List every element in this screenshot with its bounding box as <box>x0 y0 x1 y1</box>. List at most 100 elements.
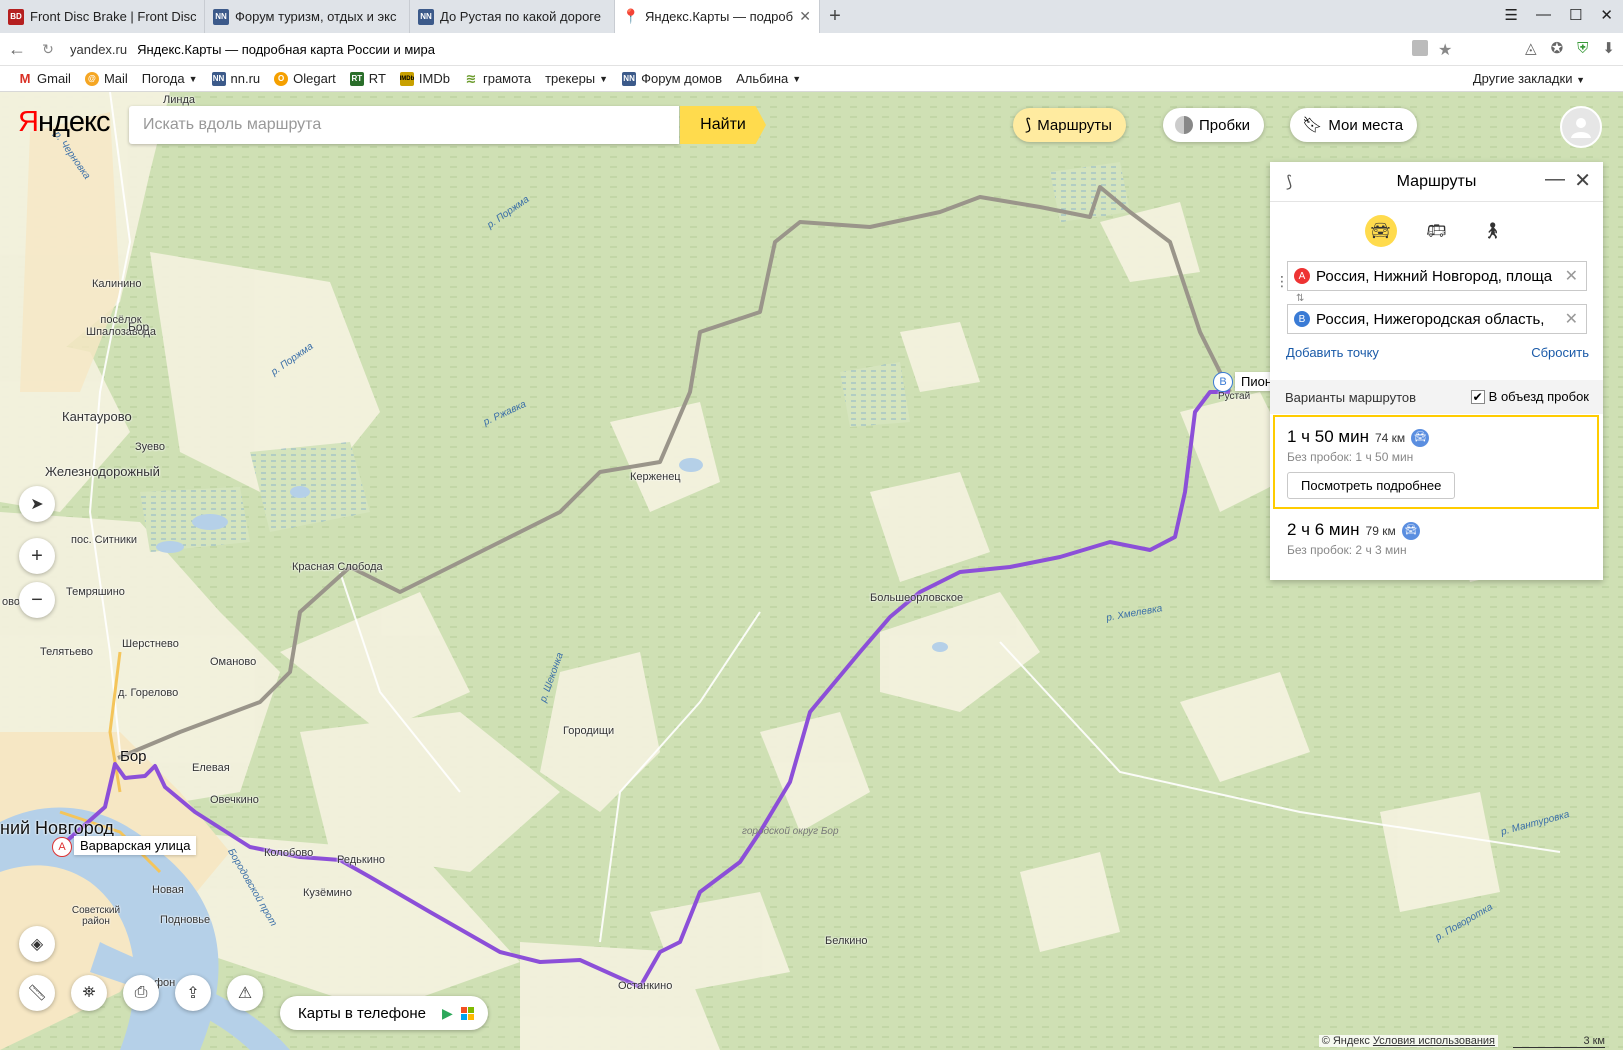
mobile-banner-label: Карты в телефоне <box>298 1004 426 1022</box>
browser-tab-1[interactable]: BD Front Disc Brake | Front Disc <box>0 0 205 33</box>
variants-title: Варианты маршрутов <box>1285 389 1417 405</box>
print-button[interactable]: ⎙ <box>123 975 159 1011</box>
extension-icon[interactable]: ✪ <box>1551 39 1564 57</box>
window-controls: ☰ — ☐ ✕ <box>1505 6 1613 24</box>
shield-icon[interactable]: ⛨ <box>1577 40 1588 57</box>
bookmark-label: RT <box>368 71 386 86</box>
ruler-button[interactable]: 📏︎ <box>19 975 55 1011</box>
routes-button-label: Маршруты <box>1037 116 1112 134</box>
route-start-marker[interactable]: А <box>52 837 72 857</box>
report-error-button[interactable]: ⚠ <box>227 975 263 1011</box>
browser-tab-3[interactable]: NN До Рустая по какой дороге <box>410 0 615 33</box>
zoom-out-button[interactable]: − <box>19 582 55 618</box>
find-button[interactable]: Найти <box>680 106 766 144</box>
place-label: Линда <box>163 94 195 106</box>
gramota-icon: ≋ <box>465 70 477 86</box>
bookmark-trackers[interactable]: трекеры ▼ <box>545 71 608 86</box>
bookmark-label: трекеры <box>545 71 596 86</box>
clear-icon[interactable]: ✕ <box>1558 266 1578 286</box>
tab-title: Front Disc Brake | Front Disc <box>30 9 196 24</box>
tab-title: Яндекс.Карты — подроб <box>645 9 794 24</box>
routes-panel: ⟆ Маршруты — ✕ 🚘︎ 🚌︎ 🚶︎ ⋮ А Россия, Нижн… <box>1270 162 1603 580</box>
route-end-marker[interactable]: B <box>1213 372 1233 392</box>
browser-tab-2[interactable]: NN Форум туризм, отдых и экс <box>205 0 410 33</box>
place-label: д. Горелово <box>118 687 179 699</box>
transit-mode-button[interactable]: 🚌︎ <box>1421 215 1453 247</box>
panorama-button[interactable]: ⛯ <box>71 975 107 1011</box>
walk-mode-button[interactable]: 🚶︎ <box>1477 215 1509 247</box>
browser-tab-active[interactable]: 📍 Яндекс.Карты — подроб ✕ <box>615 0 820 33</box>
maximize-icon[interactable]: ☐ <box>1569 6 1582 24</box>
route-variant-2[interactable]: 2 ч 6 мин 79 км 🚘︎ Без пробок: 2 ч 3 мин <box>1273 512 1599 572</box>
url-page-title[interactable]: Яндекс.Карты — подробная карта России и … <box>137 42 435 57</box>
reset-link[interactable]: Сбросить <box>1531 345 1589 360</box>
route-search-input[interactable]: Искать вдоль маршрута <box>129 106 679 144</box>
close-window-icon[interactable]: ✕ <box>1600 6 1613 24</box>
place-label: Зуево <box>135 441 165 453</box>
zoom-in-button[interactable]: + <box>19 538 55 574</box>
map-canvas[interactable]: Линда Калинино посёлок Шпалозавода Бор К… <box>0 92 1623 1050</box>
route-time: 1 ч 50 мин <box>1287 427 1369 446</box>
bookmark-olegart[interactable]: O Olegart <box>274 71 336 86</box>
bookmark-gramota[interactable]: ≋ грамота <box>464 70 532 87</box>
chevron-down-icon: ▼ <box>1576 75 1585 85</box>
tab-close-icon[interactable]: ✕ <box>799 8 811 25</box>
bookmark-nnru[interactable]: NN nn.ru <box>211 71 261 86</box>
reload-icon[interactable]: ↻ <box>34 41 62 58</box>
from-waypoint-field[interactable]: А Россия, Нижний Новгород, площа ✕ <box>1287 261 1587 291</box>
car-mode-button[interactable]: 🚘︎ <box>1364 215 1397 247</box>
bookmark-albina[interactable]: Альбина ▼ <box>736 71 801 86</box>
protect-icon[interactable] <box>1412 40 1428 56</box>
traffic-button[interactable]: Пробки <box>1163 108 1264 142</box>
route-start-label[interactable]: Варварская улица <box>74 836 197 855</box>
to-waypoint-field[interactable]: B Россия, Нижегородская область, ✕ <box>1287 304 1587 334</box>
add-point-link[interactable]: Добавить точку <box>1286 345 1379 360</box>
bookmark-forum-domov[interactable]: NN Форум домов <box>622 71 722 86</box>
clear-icon[interactable]: ✕ <box>1558 309 1578 329</box>
close-icon[interactable]: ✕ <box>1574 168 1591 193</box>
nn-icon: NN <box>211 71 226 86</box>
back-arrow-icon[interactable]: ← <box>0 39 34 60</box>
olegart-icon: O <box>274 71 289 86</box>
mobile-apps-banner[interactable]: Карты в телефоне ▶ <box>280 996 488 1030</box>
share-button[interactable]: ⇪ <box>175 975 211 1011</box>
bookmark-gmail[interactable]: M Gmail <box>18 71 71 86</box>
terms-link[interactable]: Условия использования <box>1373 1035 1495 1047</box>
tab-title: Форум туризм, отдых и экс <box>235 9 397 24</box>
address-bar: ← ↻ yandex.ru Яндекс.Карты — подробная к… <box>0 33 1623 66</box>
swap-icon[interactable]: ⇅ <box>1296 293 1304 304</box>
place-label: Калинино <box>92 278 142 290</box>
point-a-icon: А <box>1294 268 1310 284</box>
locate-me-button[interactable]: ➤ <box>19 486 55 522</box>
bookmark-star-icon[interactable]: ★ <box>1438 40 1452 60</box>
place-label: ово <box>2 596 20 608</box>
minus-icon: − <box>31 588 43 611</box>
alice-icon[interactable]: ◬ <box>1525 39 1537 57</box>
collapse-icon[interactable]: — <box>1545 168 1565 191</box>
yandex-logo[interactable]: Яндекс <box>18 106 111 139</box>
traffic-jam-icon: 🚘︎ <box>1411 428 1430 447</box>
tab-favicon-icon: BD <box>8 8 24 25</box>
route-details-button[interactable]: Посмотреть подробнее <box>1287 472 1456 499</box>
layers-button[interactable]: ◈ <box>19 926 55 962</box>
minimize-icon[interactable]: — <box>1536 6 1551 24</box>
user-avatar[interactable] <box>1560 106 1602 148</box>
place-label: Керженец <box>630 471 681 483</box>
my-places-button[interactable]: 🔖︎ Мои места <box>1290 108 1418 142</box>
url-domain[interactable]: yandex.ru <box>70 42 127 57</box>
bookmark-mail[interactable]: @ Mail <box>84 71 128 86</box>
menu-icon[interactable]: ☰ <box>1505 6 1518 24</box>
bookmark-rt[interactable]: RT RT <box>349 71 386 86</box>
download-icon[interactable]: ⬇ <box>1602 39 1615 57</box>
bookmark-weather[interactable]: Погода ▼ <box>142 71 198 86</box>
bookmark-label: грамота <box>482 71 532 86</box>
new-tab-button[interactable]: + <box>820 0 850 33</box>
routes-button[interactable]: ⟆ Маршруты <box>1013 108 1126 142</box>
other-bookmarks[interactable]: Другие закладки ▼ <box>1473 71 1585 86</box>
avoid-traffic-checkbox[interactable]: ✔ В объезд пробок <box>1470 389 1589 404</box>
point-b-icon: B <box>1294 311 1310 327</box>
route-variant-1[interactable]: 1 ч 50 мин 74 км 🚘︎ Без пробок: 1 ч 50 мин… <box>1273 415 1599 509</box>
route-variants-header: Варианты маршрутов ✔ В объезд пробок <box>1270 380 1603 414</box>
bookmark-imdb[interactable]: IMDb IMDb <box>400 71 450 86</box>
bookmark-label: nn.ru <box>230 71 261 86</box>
